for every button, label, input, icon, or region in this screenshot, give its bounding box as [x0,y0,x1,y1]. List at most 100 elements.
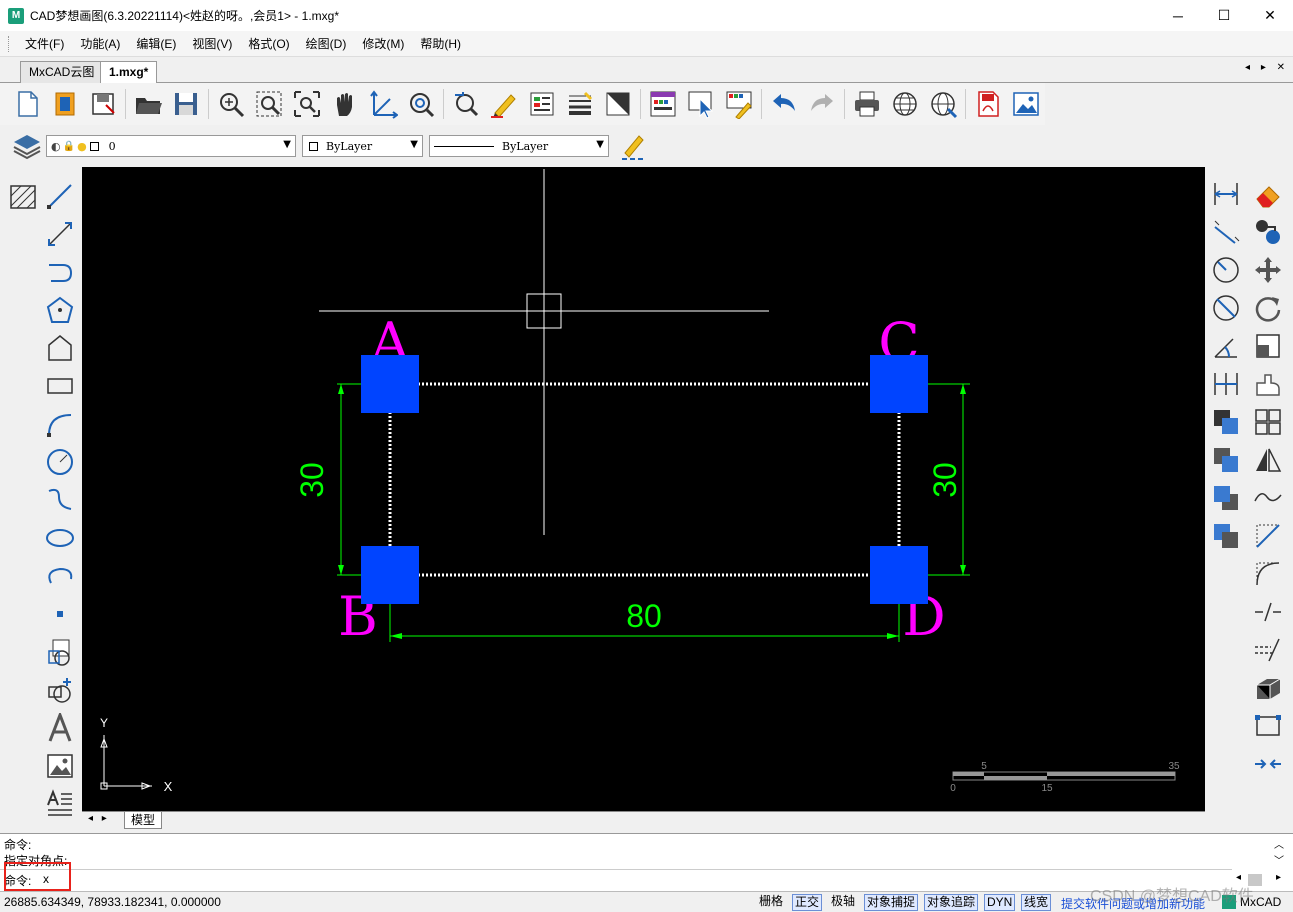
toggle-otrack[interactable]: 对象追踪 [924,894,979,911]
circle-icon[interactable] [43,445,77,479]
match-properties-icon[interactable] [646,87,680,121]
tab-mxcad-cloud[interactable]: MxCAD云图 [20,61,104,83]
line-weight-icon[interactable] [563,87,597,121]
tab-navigation[interactable]: ◂ ▸ ✕ [1245,62,1289,73]
print-icon[interactable] [850,87,884,121]
spline-icon[interactable] [43,483,77,517]
continue-dimension-icon[interactable] [1209,367,1243,401]
radius-dimension-icon[interactable] [1209,253,1243,287]
fillet-icon[interactable] [1251,557,1285,591]
array-icon[interactable] [1251,405,1285,439]
redo-icon[interactable] [805,87,839,121]
regen-icon[interactable] [449,87,483,121]
offset-icon[interactable] [1251,481,1285,515]
mirror-icon[interactable] [1251,443,1285,477]
scale-icon[interactable] [1251,329,1285,363]
cloud-globe-icon[interactable] [888,87,922,121]
trim-icon[interactable] [1251,633,1285,667]
aligned-dimension-icon[interactable] [1209,215,1243,249]
rotate-icon[interactable] [1251,291,1285,325]
linear-dimension-icon[interactable] [1209,177,1243,211]
drawing-canvas[interactable]: A B C D 30 30 80 Y X 5 35 0 15 [82,167,1205,811]
open-folder-icon[interactable] [131,87,165,121]
menu-draw[interactable]: 绘图(D) [298,31,355,57]
toggle-polar[interactable]: 极轴 [829,894,857,911]
export-image-icon[interactable] [1009,87,1043,121]
select-cursor-icon[interactable] [684,87,718,121]
hatch-icon[interactable] [6,179,40,213]
block-b[interactable] [361,546,419,604]
block-c[interactable] [870,355,928,413]
break-icon[interactable] [1251,595,1285,629]
diameter-dimension-icon[interactable] [1209,291,1243,325]
elliptical-arc-icon[interactable] [43,559,77,593]
pan-hand-icon[interactable] [328,87,362,121]
minimize-button[interactable]: ─ [1155,0,1201,31]
image-icon[interactable] [43,749,77,783]
layout-nav-arrows[interactable]: ◂ ▸ [88,813,110,824]
menu-modify[interactable]: 修改(M) [354,31,412,57]
angular-dimension-icon[interactable] [1209,329,1243,363]
toggle-lineweight[interactable]: 线宽 [1021,894,1052,911]
block-a[interactable] [361,355,419,413]
layer-manager-icon[interactable] [525,87,559,121]
zoom-window-icon[interactable] [252,87,286,121]
export-pdf-icon[interactable] [971,87,1005,121]
command-input-row[interactable]: 命令: x [0,869,1232,890]
menu-function[interactable]: 功能(A) [72,31,128,57]
erase-icon[interactable] [1251,177,1285,211]
block-d[interactable] [870,546,928,604]
draw-order-icon[interactable] [1209,443,1243,477]
ellipse-icon[interactable] [43,521,77,555]
toggle-dyn[interactable]: DYN [984,894,1016,911]
pencil-lineweight-icon[interactable] [617,129,651,163]
menu-file[interactable]: 文件(F) [17,31,72,57]
close-button[interactable]: ✕ [1247,0,1293,31]
zoom-realtime-icon[interactable] [214,87,248,121]
linetype-dropdown[interactable]: ByLayer ▼ [429,135,609,157]
insert-block-icon[interactable] [43,635,77,669]
layer-stack-icon[interactable] [10,129,44,163]
chamfer-icon[interactable] [1251,519,1285,553]
menu-format[interactable]: 格式(O) [240,31,297,57]
polygon-icon[interactable] [43,293,77,327]
shape-icon[interactable] [43,331,77,365]
ray-icon[interactable] [43,217,77,251]
explode-icon[interactable] [1251,709,1285,743]
chevron-up-icon[interactable]: ︿ [1274,836,1284,851]
ucs-axes-icon[interactable] [366,87,400,121]
join-icon[interactable] [1251,747,1285,781]
tab-current-drawing[interactable]: 1.mxg* [100,61,158,84]
toggle-ortho[interactable]: 正交 [792,894,823,911]
color-dropdown[interactable]: ByLayer ▼ [302,135,423,157]
send-back-icon[interactable] [1209,519,1243,553]
3d-box-icon[interactable] [1251,671,1285,705]
text-icon[interactable] [43,711,77,745]
make-block-icon[interactable] [43,673,77,707]
new-file-icon[interactable] [10,87,44,121]
rectangle-icon[interactable] [43,369,77,403]
layer-dropdown[interactable]: ◐ 🔒 ● 0 ▼ [46,135,296,157]
point-icon[interactable] [43,597,77,631]
undo-icon[interactable] [767,87,801,121]
bring-front-icon[interactable] [1209,481,1243,515]
color-fill-icon[interactable] [601,87,635,121]
maximize-button[interactable]: ☐ [1201,0,1247,31]
multiline-text-icon[interactable] [43,787,77,821]
open-template-icon[interactable] [48,87,82,121]
copy-icon[interactable] [1251,215,1285,249]
web-globe-icon[interactable] [926,87,960,121]
menu-edit[interactable]: 编辑(E) [128,31,184,57]
scroll-right-icon[interactable]: ▸ [1276,872,1281,883]
save-icon[interactable] [169,87,203,121]
menu-view[interactable]: 视图(V) [184,31,240,57]
polyline-icon[interactable] [43,255,77,289]
zoom-extents-icon[interactable] [290,87,324,121]
arc-icon[interactable] [43,407,77,441]
zoom-previous-icon[interactable] [404,87,438,121]
line-icon[interactable] [43,179,77,213]
stretch-icon[interactable] [1251,367,1285,401]
chevron-down-icon[interactable]: ﹀ [1274,852,1284,867]
tab-model[interactable]: 模型 [124,812,163,829]
move-icon[interactable] [1251,253,1285,287]
